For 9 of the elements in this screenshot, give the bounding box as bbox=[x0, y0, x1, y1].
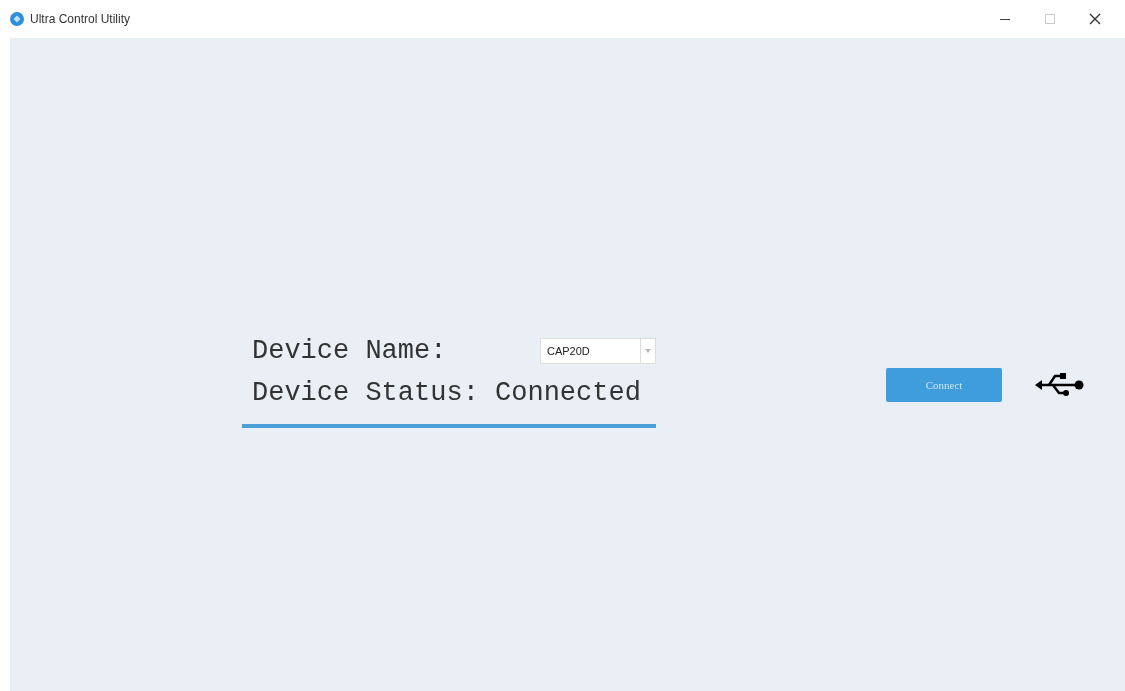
dropdown-arrow-icon bbox=[645, 349, 651, 353]
app-logo-icon bbox=[10, 12, 24, 26]
device-name-label: Device Name: bbox=[251, 335, 447, 368]
usb-icon bbox=[1035, 371, 1085, 399]
window-title: Ultra Control Utility bbox=[30, 12, 131, 26]
close-icon bbox=[1089, 13, 1101, 25]
maximize-icon bbox=[1044, 13, 1056, 25]
device-dropdown[interactable]: CAP20D bbox=[540, 338, 656, 364]
device-status-text: Device Status: Connected bbox=[251, 377, 642, 410]
